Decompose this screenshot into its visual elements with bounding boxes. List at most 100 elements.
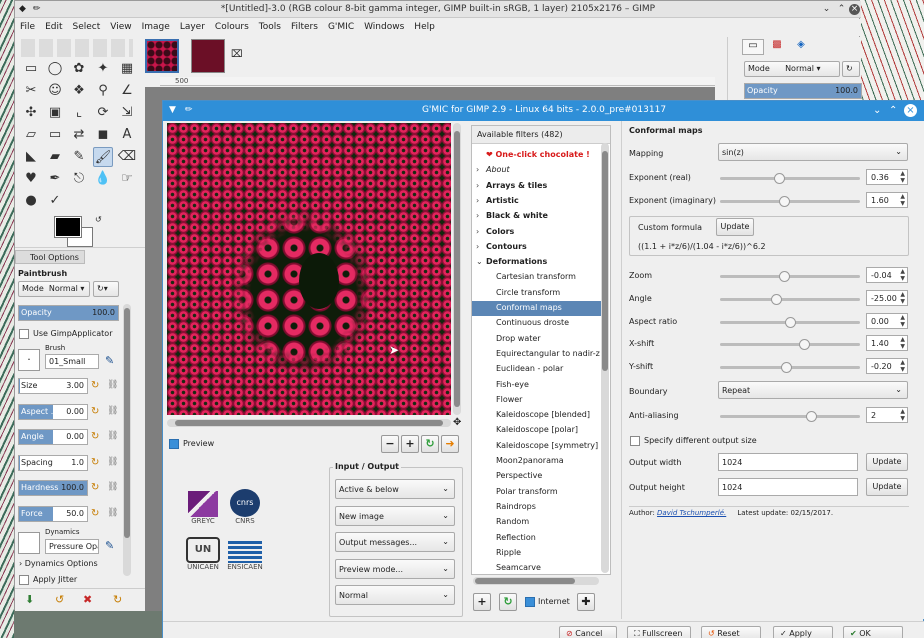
close-icon[interactable]: × <box>849 4 860 15</box>
filter-item[interactable]: Equirectangular to nadir-z <box>472 347 602 362</box>
dodge-burn-icon[interactable]: ● <box>21 191 41 211</box>
author-link[interactable]: David Tschumperlé. <box>657 509 726 517</box>
output-messages-combo[interactable]: Output messages... ⌄ <box>335 532 455 552</box>
input-layers-combo[interactable]: Active & below ⌄ <box>335 479 455 499</box>
chevron-right-icon[interactable]: › <box>476 227 479 236</box>
custom-formula-update-button[interactable]: Update <box>716 218 754 236</box>
aspect-reset-icon[interactable]: ↻ <box>91 406 99 417</box>
filter-item[interactable]: Conformal maps <box>472 301 602 316</box>
paths-icon[interactable]: ❖ <box>69 81 89 101</box>
output-width-update-button[interactable]: Update <box>866 453 908 471</box>
menu-colours[interactable]: Colours <box>210 19 254 35</box>
zoom-knob[interactable] <box>779 271 791 282</box>
filter-item[interactable]: Drop water <box>472 332 602 347</box>
gmic-close-icon[interactable]: × <box>904 104 917 117</box>
fullscreen-button[interactable]: ⛶ Fullscreen <box>627 626 691 638</box>
filter-item[interactable]: Moon2panorama <box>472 454 602 469</box>
delete-options-icon[interactable]: ✖ <box>83 593 92 606</box>
layers-tab-icon[interactable]: ▭ <box>742 39 764 55</box>
remove-fave-button[interactable]: ✚ <box>577 593 595 611</box>
output-width-field[interactable]: 1024 <box>718 453 858 471</box>
pencil-icon[interactable]: ✎ <box>69 147 89 167</box>
filter-item[interactable]: Kaleidoscope [blended] <box>472 408 602 423</box>
preview-checkbox[interactable] <box>169 439 179 449</box>
mode-reset-icon[interactable]: ↻▾ <box>93 281 119 297</box>
opacity-slider[interactable]: Opacity 100.0 <box>18 305 119 321</box>
close-tab-icon[interactable]: ⌧ <box>231 49 243 60</box>
layer-mode-combo[interactable]: Mode Normal ▾ <box>744 61 840 77</box>
spacing-slider[interactable]: Spacing 1.0 <box>18 454 88 471</box>
restore-options-icon[interactable]: ↺ <box>55 593 64 606</box>
filter-folder[interactable]: › Colors <box>472 225 602 240</box>
scissors-icon[interactable]: ✂ <box>21 81 41 101</box>
anti-aliasing-spin[interactable]: 2 ▲ ▼ <box>866 407 908 423</box>
chevron-down-icon[interactable]: ⌄ <box>476 257 483 266</box>
dynamics-field[interactable]: Pressure Opac <box>45 539 99 554</box>
fuzzy-select-icon[interactable]: ✦ <box>93 59 113 79</box>
blur-icon[interactable]: 💧 <box>93 169 113 189</box>
spacing-link-icon[interactable]: ⛓ <box>107 457 118 467</box>
menu-view[interactable]: View <box>105 19 136 35</box>
angle-spin[interactable]: -25.00 ▲ ▼ <box>866 290 908 306</box>
filter-folder[interactable]: ❤ One-click chocolate ! <box>472 148 602 163</box>
size-reset-icon[interactable]: ↻ <box>91 380 99 391</box>
rotate-icon[interactable]: ⟳ <box>93 103 113 123</box>
channels-tab-icon[interactable]: ▩ <box>766 39 788 55</box>
tool-options-scroll-thumb[interactable] <box>124 308 130 538</box>
zoom-spin[interactable]: -0.04 ▲ ▼ <box>866 267 908 283</box>
reset-options-icon[interactable]: ↻ <box>113 593 122 606</box>
chevron-right-icon[interactable]: › <box>476 242 479 251</box>
menu-help[interactable]: Help <box>409 19 440 35</box>
output-height-update-button[interactable]: Update <box>866 478 908 496</box>
dynamics-preview-icon[interactable] <box>18 532 40 554</box>
chevron-right-icon[interactable]: › <box>476 181 479 190</box>
filter-item[interactable]: Perspective <box>472 469 602 484</box>
preview-vscroll-thumb[interactable] <box>454 131 460 407</box>
hardness-reset-icon[interactable]: ↻ <box>91 482 99 493</box>
foreground-color-swatch[interactable] <box>54 216 82 238</box>
move-icon[interactable]: ✣ <box>21 103 41 123</box>
perspective-icon[interactable]: ▭ <box>45 125 65 145</box>
filter-item[interactable]: Kaleidoscope [symmetry] <box>472 439 602 454</box>
update-filters-button[interactable]: ↻ <box>499 593 517 611</box>
menu-file[interactable]: File <box>15 19 40 35</box>
force-slider[interactable]: Force 50.0 <box>18 505 88 522</box>
exponent-imag-spin[interactable]: 1.60 ▲ ▼ <box>866 192 908 208</box>
flip-icon[interactable]: ⇄ <box>69 125 89 145</box>
angle-track[interactable] <box>720 298 860 301</box>
paint-mode-combo[interactable]: Mode Normal ▾ <box>18 281 90 297</box>
refresh-preview-button[interactable]: ↻ <box>421 435 439 453</box>
anti-aliasing-track[interactable] <box>720 415 860 418</box>
tool-options-scrollbar[interactable] <box>123 304 131 576</box>
filter-item[interactable]: Circle transform <box>472 286 602 301</box>
filter-item[interactable]: Reflection <box>472 531 602 546</box>
layer-mode-reset-icon[interactable]: ↻ <box>842 61 860 77</box>
spacing-reset-icon[interactable]: ↻ <box>91 457 99 468</box>
filter-folder[interactable]: › Arrays & tiles <box>472 179 602 194</box>
preview-mode-combo[interactable]: Preview mode... ⌄ <box>335 558 455 579</box>
filter-folder[interactable]: › Black & white <box>472 209 602 224</box>
paintbrush-icon[interactable]: 🖌 <box>93 147 113 167</box>
preview-arrow-button[interactable]: ➜ <box>441 435 459 453</box>
filter-folder[interactable]: › Artistic <box>472 194 602 209</box>
custom-formula-field[interactable]: ((1.1 + i*z/6)/(1.04 - i*z/6))^6.2 <box>638 242 766 251</box>
align-icon[interactable]: ▣ <box>45 103 65 123</box>
menu-select[interactable]: Select <box>68 19 106 35</box>
chevron-right-icon[interactable]: › <box>476 211 479 220</box>
menu-tools[interactable]: Tools <box>254 19 286 35</box>
brush-name-field[interactable]: 01_Small <box>45 354 99 369</box>
menu-gmic[interactable]: G'MIC <box>323 19 359 35</box>
clone-icon[interactable]: ⎋ <box>69 169 89 189</box>
free-select-icon[interactable]: ✿ <box>69 59 89 79</box>
preview-hscroll-thumb[interactable] <box>175 420 443 426</box>
measure-icon[interactable]: ∠ <box>117 81 137 101</box>
dynamics-options-expander[interactable]: › Dynamics Options <box>19 559 98 568</box>
angle-link-icon[interactable]: ⛓ <box>107 431 118 441</box>
exponent-imag-knob[interactable] <box>779 196 791 207</box>
boundary-combo[interactable]: Repeat ⌄ <box>718 381 908 399</box>
foreground-select-icon[interactable]: ☺ <box>45 81 65 101</box>
aspect-ratio-spin[interactable]: 0.00 ▲ ▼ <box>866 313 908 329</box>
brush-preview-icon[interactable]: · <box>18 349 40 371</box>
minimize-icon[interactable]: ⌄ <box>821 4 832 15</box>
preview-navigate-icon[interactable]: ✥ <box>453 417 461 428</box>
